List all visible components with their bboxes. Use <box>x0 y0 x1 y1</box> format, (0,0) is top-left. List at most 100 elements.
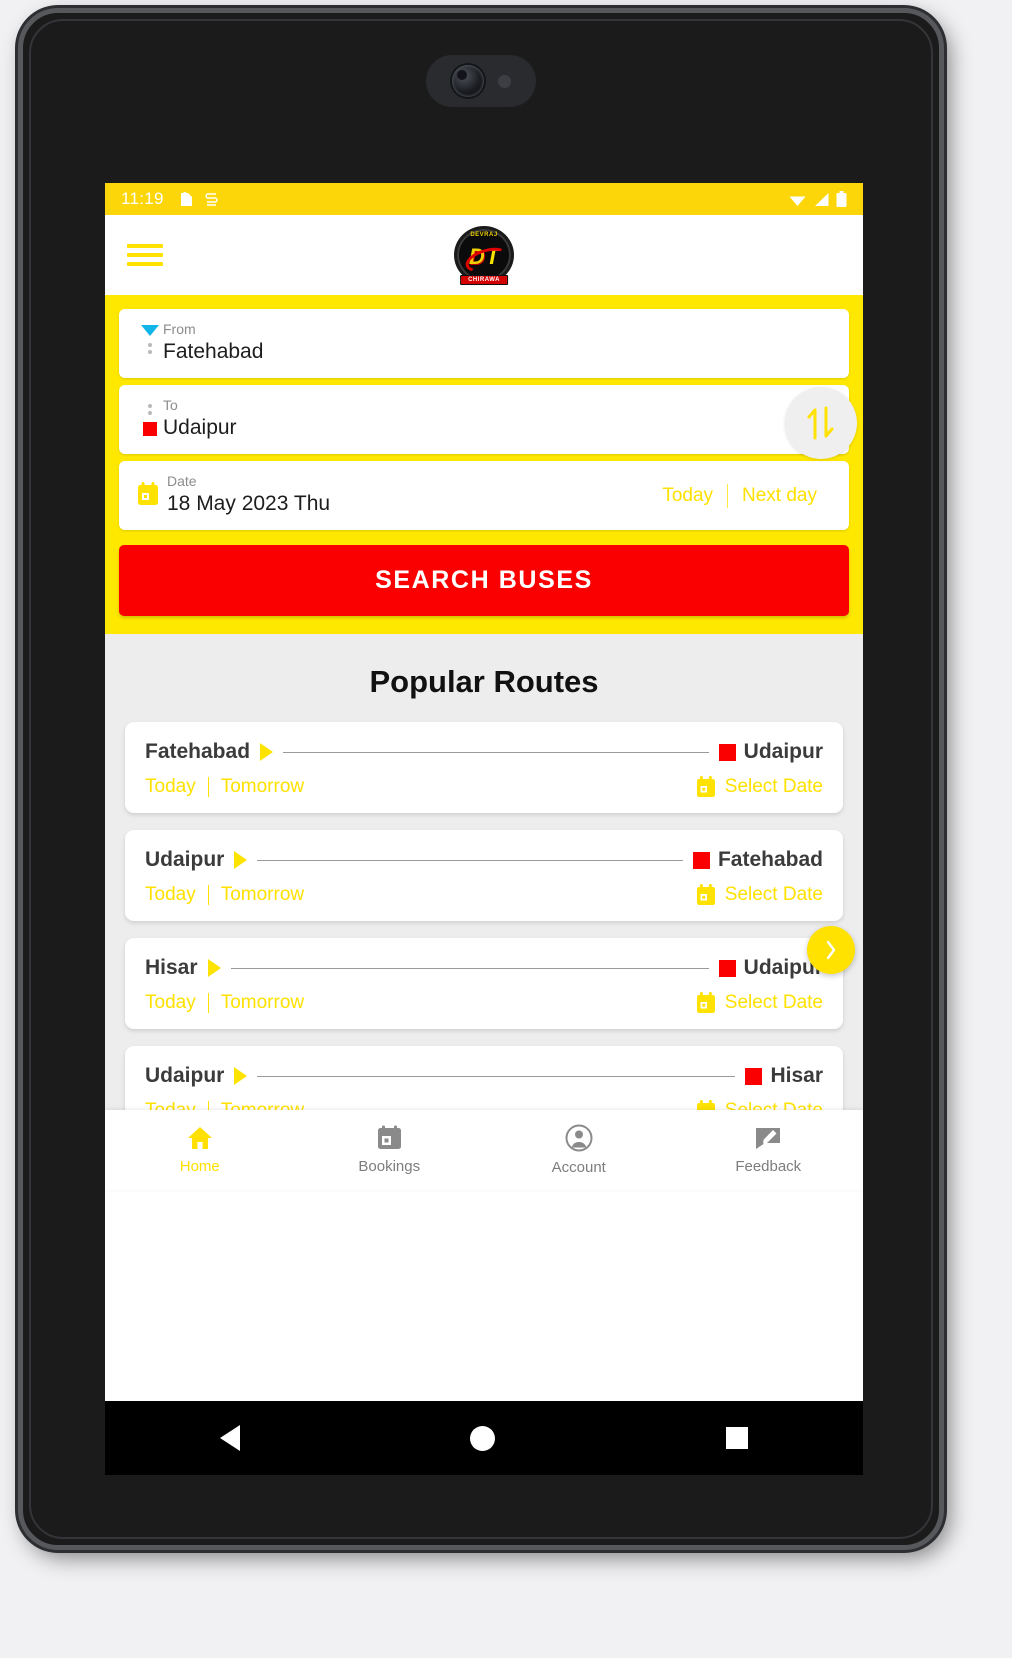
square-red-icon <box>143 422 157 437</box>
android-system-nav <box>105 1401 863 1475</box>
route-connector-line <box>230 967 709 969</box>
wifi-icon <box>789 196 806 206</box>
from-label: From <box>163 321 196 337</box>
phone-screen: 11:19 DEVRAJ D T CHIRAWA From Fatehabad … <box>105 183 863 1401</box>
route-tomorrow-button[interactable]: Tomorrow <box>221 992 304 1014</box>
route-connector-line <box>283 751 709 753</box>
route-select-date-button[interactable]: Select Date <box>696 884 823 906</box>
usb-debug-icon <box>205 192 218 206</box>
date-next-day-button[interactable]: Next day <box>728 485 831 507</box>
route-select-date-label: Select Date <box>724 776 823 798</box>
route-destination: Udaipur <box>743 740 823 764</box>
route-date-divider <box>207 777 209 798</box>
date-calendar-icon-wrap <box>137 480 167 511</box>
calendar-icon <box>696 776 715 798</box>
swap-cities-button[interactable] <box>785 387 857 459</box>
square-red-icon <box>692 851 710 869</box>
route-destination: Fatehabad <box>717 848 823 872</box>
date-field[interactable]: Date 18 May 2023 Thu Today Next day <box>119 461 849 531</box>
route-origin: Udaipur <box>145 1064 225 1088</box>
chevron-right-icon <box>826 941 836 960</box>
arrow-right-icon <box>234 1067 248 1086</box>
route-endpoints: Hisar Udaipur <box>145 956 823 980</box>
route-dots-icon <box>148 343 152 354</box>
route-tomorrow-button[interactable]: Tomorrow <box>221 776 304 798</box>
route-endpoints: Udaipur Fatehabad <box>145 848 823 872</box>
route-date-options: Today Tomorrow Select Date <box>145 992 823 1014</box>
camera-sensor-icon <box>497 74 511 88</box>
route-select-date-label: Select Date <box>724 992 823 1014</box>
popular-routes-list: Fatehabad Udaipur Today Tomorrow Select Date… <box>105 722 863 1138</box>
home-icon <box>187 1127 212 1150</box>
arrow-right-icon <box>260 743 274 762</box>
camera-lens-icon <box>451 65 484 97</box>
status-bar-clock: 11:19 <box>121 189 164 208</box>
route-today-button[interactable]: Today <box>145 776 196 798</box>
date-shortcuts: Today Next day <box>648 483 831 508</box>
date-today-button[interactable]: Today <box>648 485 727 507</box>
signal-icon <box>815 192 829 206</box>
route-select-date-button[interactable]: Select Date <box>696 776 823 798</box>
hamburger-menu-icon[interactable] <box>127 244 163 266</box>
route-destination: Hisar <box>770 1064 823 1088</box>
sim-card-icon <box>180 191 192 206</box>
device-frame: 11:19 DEVRAJ D T CHIRAWA From Fatehabad … <box>18 8 944 1550</box>
square-red-icon <box>745 1067 763 1085</box>
date-shortcut-divider <box>727 483 729 508</box>
route-today-button[interactable]: Today <box>145 884 196 906</box>
feedback-edit-icon <box>756 1128 781 1150</box>
date-label: Date <box>167 473 197 490</box>
route-card[interactable]: Fatehabad Udaipur Today Tomorrow Select Date <box>125 722 843 814</box>
route-card[interactable]: Udaipur Fatehabad Today Tomorrow Select Date <box>125 830 843 922</box>
nav-item-bookings[interactable]: Bookings <box>295 1125 485 1175</box>
calendar-icon <box>696 992 715 1014</box>
to-marker <box>137 397 163 437</box>
route-select-date-button[interactable]: Select Date <box>696 992 823 1014</box>
logo-top-text: DEVRAJ <box>470 232 498 238</box>
to-field[interactable]: To Udaipur <box>119 385 849 455</box>
status-bar: 11:19 <box>105 183 863 215</box>
nav-label-home: Home <box>179 1158 220 1176</box>
route-today-button[interactable]: Today <box>145 992 196 1014</box>
home-circle-icon[interactable] <box>470 1425 496 1451</box>
route-origin: Hisar <box>145 956 198 980</box>
from-field[interactable]: From Fatehabad <box>119 309 849 379</box>
swap-vertical-arrows-icon <box>807 406 834 440</box>
search-buses-button[interactable]: SEARCH BUSES <box>119 545 849 617</box>
nav-item-feedback[interactable]: Feedback <box>674 1125 864 1175</box>
back-triangle-icon[interactable] <box>220 1425 241 1451</box>
to-label: To <box>163 397 178 414</box>
route-dots-icon <box>148 404 152 416</box>
square-red-icon <box>718 743 736 761</box>
bottom-navigation-bar: Home Bookings Account Feedback <box>105 1110 864 1191</box>
recents-square-icon[interactable] <box>725 1427 748 1449</box>
date-value: 18 May 2023 Thu <box>167 492 331 516</box>
route-card[interactable]: Hisar Udaipur Today Tomorrow Select Date <box>125 938 843 1030</box>
route-quick-dates: Today Tomorrow <box>145 776 304 798</box>
arrow-right-icon <box>207 959 221 978</box>
square-red-icon <box>718 959 736 977</box>
bookings-calendar-icon <box>377 1125 401 1150</box>
nav-item-home[interactable]: Home <box>105 1125 295 1175</box>
nav-label-account: Account <box>551 1159 606 1177</box>
arrow-right-icon <box>234 851 248 870</box>
route-date-divider <box>207 993 209 1014</box>
route-endpoints: Fatehabad Udaipur <box>145 740 823 764</box>
nav-label-bookings: Bookings <box>358 1158 421 1176</box>
search-panel: From Fatehabad To Udaipur Date 18 May 20… <box>105 295 863 635</box>
route-quick-dates: Today Tomorrow <box>145 884 304 906</box>
route-connector-line <box>257 1075 736 1077</box>
logo-emblem: DEVRAJ D T CHIRAWA <box>454 226 514 285</box>
calendar-icon <box>696 884 715 906</box>
route-tomorrow-button[interactable]: Tomorrow <box>221 884 304 906</box>
battery-icon <box>836 190 847 207</box>
route-quick-dates: Today Tomorrow <box>145 992 304 1014</box>
app-bar: DEVRAJ D T CHIRAWA <box>105 215 863 295</box>
route-endpoints: Udaipur Hisar <box>145 1064 823 1088</box>
nav-item-account[interactable]: Account <box>484 1124 674 1176</box>
route-origin: Fatehabad <box>145 740 251 764</box>
calendar-icon <box>138 482 158 506</box>
account-person-icon <box>565 1124 593 1152</box>
popular-routes-title: Popular Routes <box>369 664 599 700</box>
route-select-date-label: Select Date <box>724 884 823 906</box>
